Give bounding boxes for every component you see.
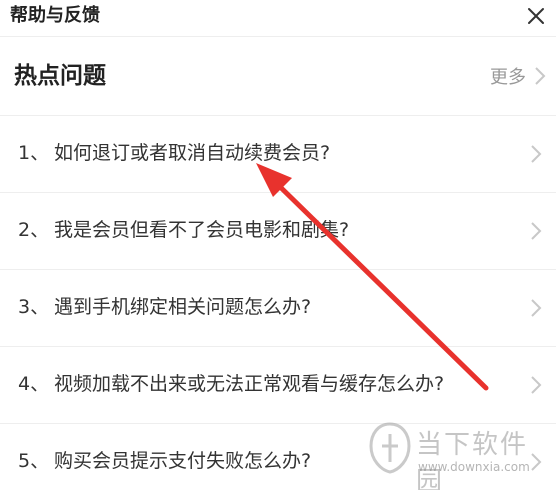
chevron-right-icon [531, 299, 542, 317]
title-bar: 帮助与反馈 [0, 0, 556, 37]
more-button[interactable]: 更多 [490, 63, 546, 89]
question-number: 5、 [18, 450, 50, 472]
question-text: 视频加载不出来或无法正常观看与缓存怎么办? [54, 373, 445, 395]
watermark-url: www.downxia.com [418, 460, 530, 474]
chevron-right-icon [535, 67, 546, 85]
watermark: 当下软件园 www.downxia.com [368, 420, 554, 490]
chevron-right-icon [531, 376, 542, 394]
question-item[interactable]: 4、 视频加载不出来或无法正常观看与缓存怎么办? [0, 347, 556, 424]
section-title: 热点问题 [14, 63, 106, 89]
question-number: 2、 [18, 219, 50, 241]
watermark-name: 当下软件园 [416, 430, 529, 490]
close-icon [528, 8, 544, 24]
question-item[interactable]: 3、 遇到手机绑定相关问题怎么办? [0, 270, 556, 347]
question-text: 我是会员但看不了会员电影和剧集? [54, 219, 350, 241]
close-button[interactable] [524, 4, 548, 28]
question-item[interactable]: 1、 如何退订或者取消自动续费会员? [0, 116, 556, 193]
question-text: 如何退订或者取消自动续费会员? [54, 142, 331, 164]
chevron-right-icon [531, 222, 542, 240]
watermark-logo-icon [369, 422, 411, 474]
question-number: 1、 [18, 142, 50, 164]
more-label: 更多 [490, 67, 526, 88]
question-item[interactable]: 2、 我是会员但看不了会员电影和剧集? [0, 193, 556, 270]
question-text: 购买会员提示支付失败怎么办? [54, 450, 312, 472]
question-number: 3、 [18, 296, 50, 318]
question-number: 4、 [18, 373, 50, 395]
chevron-right-icon [531, 145, 542, 163]
help-feedback-screen: 帮助与反馈 热点问题 更多 1、 如何退订或者取消自动续费会员? 2、 我是会员… [0, 0, 556, 490]
hot-questions-header: 热点问题 更多 [0, 37, 556, 116]
question-text: 遇到手机绑定相关问题怎么办? [54, 296, 312, 318]
window-title: 帮助与反馈 [10, 5, 100, 26]
